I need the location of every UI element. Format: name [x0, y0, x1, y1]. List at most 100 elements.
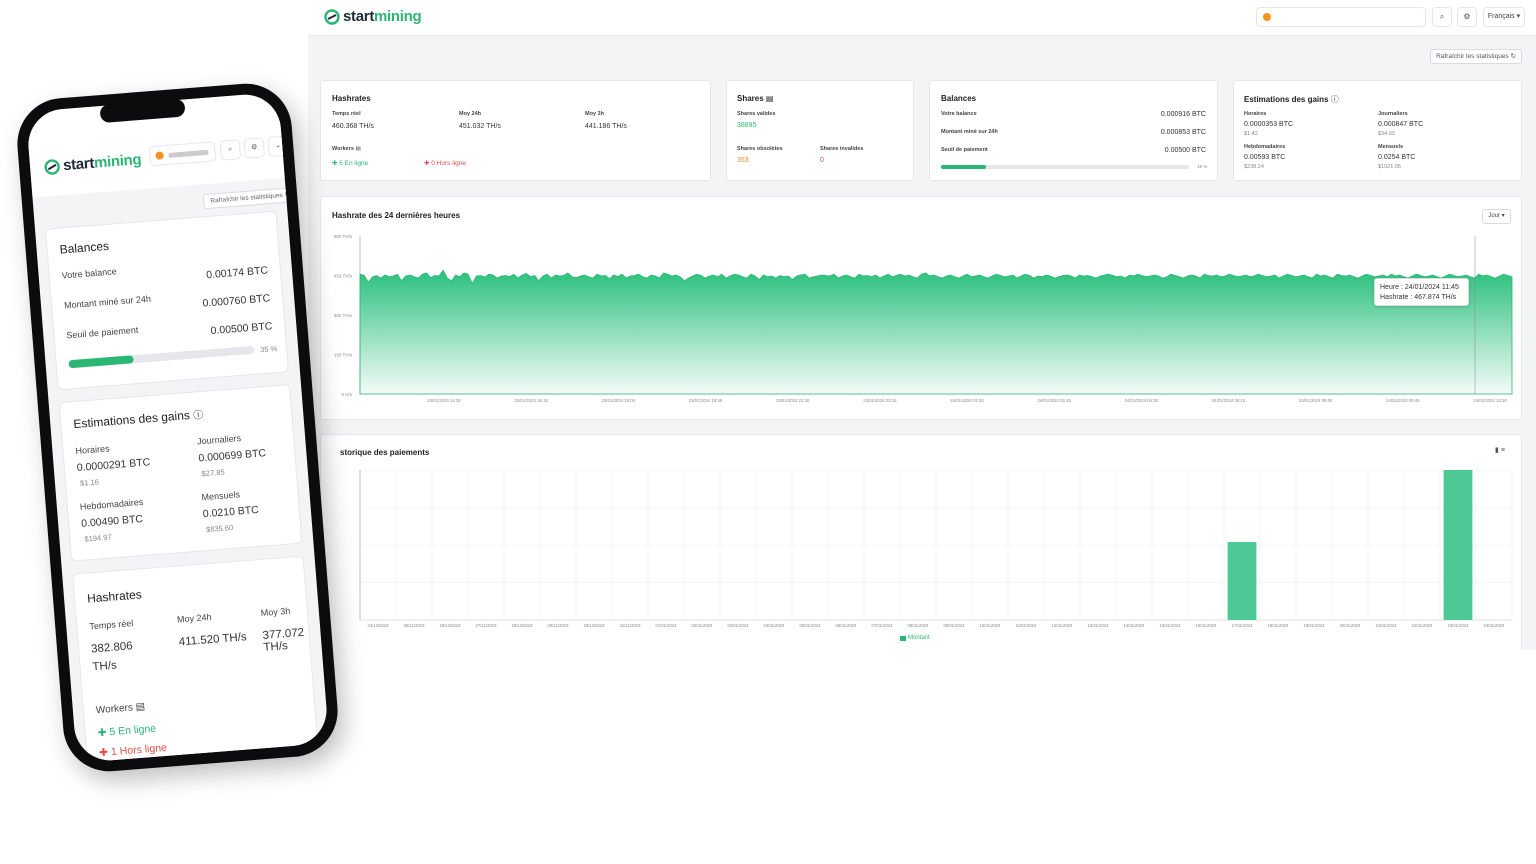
payments-x-tick: 23/01/2024 [1448, 623, 1470, 628]
refresh-stats-button[interactable]: Rafraîchir les statistiques ↻ [1430, 49, 1522, 64]
phone-gear-icon: ⚙ [250, 143, 258, 152]
settings-button[interactable]: ⚙ [1457, 7, 1477, 27]
payments-bar-chart[interactable]: 24/12/2023 25/12/2023 26/12/2023 27/12/2023… [320, 462, 1522, 634]
chart-legend[interactable]: Montant [900, 635, 930, 641]
workers-offline[interactable]: ✚ 0 Hors ligne [424, 159, 466, 167]
payments-x-tick: 02/01/2024 [692, 623, 714, 628]
phone-payout-threshold-label: Seuil de paiement [66, 324, 139, 341]
payments-x-tick: 30/12/2023 [584, 623, 606, 628]
hourly-btc: 0.0000353 BTC [1244, 121, 1294, 128]
payments-bar[interactable] [1227, 542, 1257, 620]
phone-daily-usd: $27.85 [201, 467, 225, 479]
hashrate-x-tick: 24/01/2024 12:30 [1473, 398, 1507, 403]
hashrate-area-series[interactable] [359, 269, 1513, 395]
payments-x-tick: 29/12/2023 [548, 623, 570, 628]
list-view-icon[interactable]: ≡ [1501, 447, 1505, 454]
daily-label: Journaliers [1378, 111, 1408, 117]
payments-x-tick: 21/01/2024 [1376, 623, 1398, 628]
phone-estimations-title: Estimations des gains ⓘ [72, 408, 204, 432]
payments-x-tick: 06/01/2024 [836, 623, 858, 628]
phone-workers-offline[interactable]: ✚ 1 Hors ligne [99, 742, 167, 759]
balance-value: 0.000916 BTC [1160, 111, 1206, 118]
help-icon[interactable]: ⓘ [1331, 95, 1339, 104]
phone-weekly-usd: $194.97 [84, 532, 112, 544]
phone-refresh-stats-button[interactable]: Rafraîchir les statistiques ↻ [202, 186, 298, 210]
phone-wallet-search-input[interactable] [148, 141, 217, 167]
phone-payout-progress-label: 35 % [259, 343, 278, 355]
payments-x-tick: 01/01/2024 [656, 623, 678, 628]
hashrate-x-tick: 23/01/2024 18:00 [602, 398, 636, 403]
phone-workers-online[interactable]: ✚ 5 En ligne [97, 723, 156, 740]
payments-x-tick: 10/01/2024 [980, 623, 1002, 628]
offline-plus-icon: ✚ [98, 746, 109, 760]
hashrate-x-tick: 24/01/2024 09:45 [1386, 398, 1420, 403]
brand-name-green: mining [374, 8, 422, 25]
brand-logo[interactable]: start mining [324, 8, 422, 25]
phone-workers-label: Workers ▤ [95, 701, 146, 717]
phone-search-icon: ⌕ [228, 145, 233, 154]
payout-threshold-value: 0.00500 BTC [1164, 147, 1206, 154]
tooltip-time: Heure : 24/01/2024 11:45 [1380, 284, 1459, 291]
balance-label: Votre balance [941, 111, 977, 117]
brand-name-dark: start [343, 8, 375, 25]
payments-x-tick: 27/12/2023 [476, 623, 498, 628]
wallet-search-input[interactable] [1256, 7, 1426, 27]
payout-progress-label: 18 % [1197, 164, 1208, 169]
hashrate-x-tick: 24/01/2024 04:30 [1125, 398, 1159, 403]
payments-x-tick: 20/01/2024 [1340, 623, 1362, 628]
phone-settings-button[interactable]: ⚙ [243, 137, 266, 159]
phone-search-button[interactable]: ⌕ [219, 139, 242, 161]
balances-title: Balances [941, 94, 977, 103]
shares-title: Shares ▤ [737, 94, 774, 103]
payments-x-tick: 26/12/2023 [440, 623, 462, 628]
mined-24h-label: Montant miné sur 24h [941, 129, 998, 135]
phone-brand-logo[interactable]: start mining [43, 151, 142, 176]
phone-brand-name-green: mining [93, 151, 142, 172]
phone-help-icon[interactable]: ⓘ [193, 410, 204, 422]
search-icon: ⌕ [1439, 12, 1445, 21]
period-select[interactable]: Jour ▾ [1482, 209, 1511, 224]
hourly-label: Horaires [1244, 111, 1267, 117]
phone-daily-btc: 0.000699 BTC [198, 447, 267, 465]
bar-chart-icon[interactable]: ▮ [1495, 447, 1499, 454]
phone-avg24-label: Moy 24h [176, 611, 212, 625]
monthly-label: Mensuels [1378, 144, 1404, 150]
payments-x-tick: 04/01/2024 [764, 623, 786, 628]
mined-24h-value: 0.000853 BTC [1160, 129, 1206, 136]
hourly-usd: $1.42 [1244, 131, 1258, 137]
phone-balance-label: Votre balance [61, 266, 117, 281]
chevron-down-icon: ⌄ [275, 142, 282, 150]
search-button[interactable]: ⌕ [1432, 7, 1452, 27]
legend-swatch [900, 635, 906, 641]
payments-bar[interactable] [1443, 470, 1473, 620]
weekly-btc: 0.00593 BTC [1244, 154, 1286, 161]
payments-x-tick: 12/01/2024 [1052, 623, 1074, 628]
avg3-label: Moy 3h [585, 111, 604, 117]
payments-x-tick: 17/01/2024 [1232, 623, 1254, 628]
phone-monthly-usd: $835.60 [205, 522, 234, 535]
phone-weekly-btc: 0.00490 BTC [80, 513, 144, 530]
phone-realtime-value: 382.806 [90, 640, 134, 656]
payments-x-tick: 15/01/2024 [1160, 623, 1182, 628]
online-plus-icon: ✚ [97, 726, 107, 740]
payments-x-tick: 22/01/2024 [1412, 623, 1434, 628]
monthly-btc: 0.0254 BTC [1378, 154, 1416, 161]
hashrate-x-tick: 24/01/2024 02:45 [1037, 398, 1071, 403]
weekly-usd: $238.24 [1244, 164, 1264, 170]
payments-x-tick: 03/01/2024 [728, 623, 750, 628]
hashrate-area-chart[interactable]: 600 TH/s450 TH/s300 TH/s150 TH/s0 H/s23/… [320, 226, 1522, 416]
phone-payout-progress-fill [68, 355, 134, 369]
payments-x-tick: 16/01/2024 [1196, 623, 1218, 628]
shares-list-icon[interactable]: ▤ [766, 94, 774, 103]
payout-threshold-label: Seuil de paiement [941, 147, 988, 153]
avg24-label: Moy 24h [459, 111, 482, 117]
avg24-value: 451.032 TH/s [459, 123, 501, 130]
phone-mockup: start mining ⌕ ⚙ ⌄ Rafraîchir les statist… [0, 70, 380, 790]
payout-progress-fill [941, 165, 986, 169]
hashrate-x-tick: 23/01/2024 16:15 [514, 398, 548, 403]
avg3-value: 441.186 TH/s [585, 123, 627, 130]
bitcoin-icon [1263, 13, 1271, 21]
valid-shares-value: 38895 [737, 122, 757, 129]
phone-workers-list-icon[interactable]: ▤ [135, 701, 145, 713]
language-select[interactable]: Français ▾ [1483, 7, 1525, 27]
